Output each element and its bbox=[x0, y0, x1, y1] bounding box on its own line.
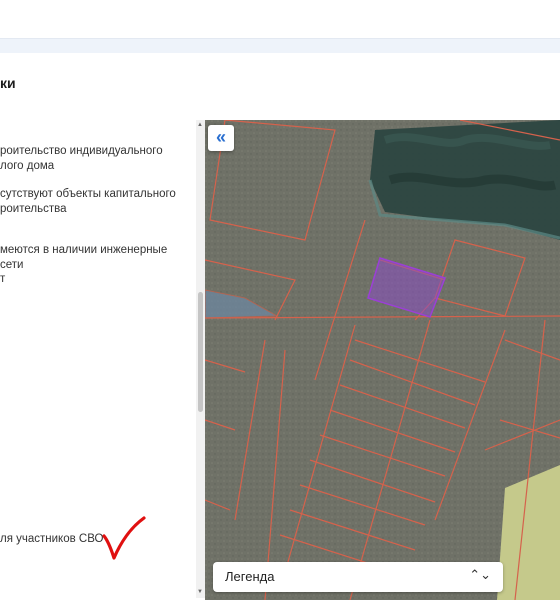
property-line-svo: ля участников СВО bbox=[0, 533, 104, 545]
property-line-3: сутствуют объекты капитального bbox=[0, 188, 176, 200]
scroll-down-icon[interactable]: ▼ bbox=[197, 589, 203, 595]
property-line-5: меются в наличии инженерные сети bbox=[0, 244, 168, 271]
header-band bbox=[0, 38, 560, 53]
map-view[interactable] bbox=[205, 120, 560, 600]
legend-select[interactable]: Легенда ⌃⌄ bbox=[213, 562, 503, 592]
section-title: ки bbox=[0, 75, 16, 91]
checkmark-icon bbox=[102, 516, 146, 560]
satellite-map[interactable] bbox=[205, 120, 560, 600]
property-line-6: т bbox=[0, 273, 6, 285]
collapse-panel-button[interactable]: « bbox=[208, 125, 234, 151]
property-line-1: роительство индивидуального bbox=[0, 145, 163, 157]
top-bar bbox=[0, 0, 560, 38]
property-line-2: лого дома bbox=[0, 160, 55, 172]
legend-label: Легенда bbox=[225, 569, 275, 584]
scroll-up-icon[interactable]: ▲ bbox=[197, 122, 203, 128]
property-line-4: роительства bbox=[0, 203, 67, 215]
chevron-up-down-icon: ⌃⌄ bbox=[469, 567, 491, 582]
scrollbar-thumb[interactable] bbox=[198, 292, 203, 412]
properties-panel: роительство индивидуального лого дома су… bbox=[0, 120, 196, 600]
